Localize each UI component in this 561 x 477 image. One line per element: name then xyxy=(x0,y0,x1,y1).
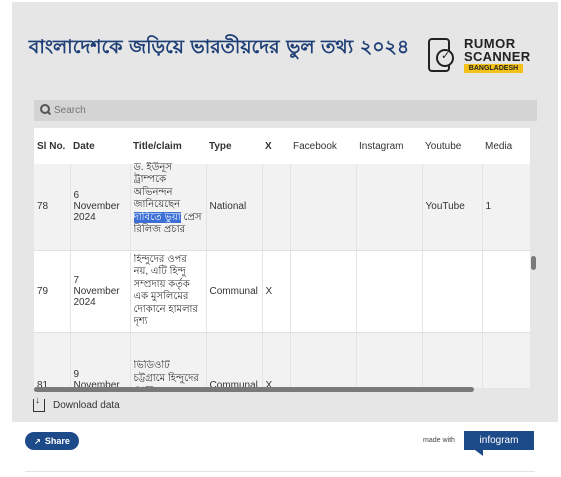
cell-media: 1 xyxy=(482,164,530,250)
column-header-instagram[interactable]: Instagram xyxy=(356,128,422,164)
cell-youtube: YouTube xyxy=(422,164,483,250)
cell-facebook xyxy=(290,164,357,250)
column-header-media[interactable]: Media xyxy=(482,128,530,164)
download-label: Download data xyxy=(53,399,120,411)
column-header-x[interactable]: X xyxy=(262,128,290,164)
made-with-label: made with xyxy=(423,437,455,444)
cell-instagram xyxy=(356,164,423,250)
cell-x: X xyxy=(262,250,291,332)
column-header-sl[interactable]: Sl No. xyxy=(34,128,70,164)
search-input[interactable] xyxy=(54,102,524,119)
cell-date: 9 November 2024 xyxy=(70,332,131,388)
claim-text: হিন্দুদের ওপর নয়, এটি হিন্দু সম্প্রদায়… xyxy=(133,253,198,328)
cell-instagram xyxy=(356,250,423,332)
horizontal-scrollbar[interactable] xyxy=(34,387,474,392)
rumor-scanner-logo: RUMOR SCANNER BANGLADESH xyxy=(428,36,531,78)
table-row[interactable]: 81 9 November 2024 ভিডিওটি চট্টগ্রামে হি… xyxy=(34,332,530,388)
logo-text-bangladesh: BANGLADESH xyxy=(464,64,523,73)
claim-text-part: ড. ইউনূস ট্রাম্পকে অভিনন্দন জানিয়েছেন xyxy=(133,161,181,211)
cell-type: National xyxy=(206,164,263,250)
share-label: Share xyxy=(44,436,70,446)
column-header-facebook[interactable]: Facebook xyxy=(290,128,356,164)
cell-date: 7 November 2024 xyxy=(70,250,131,332)
cell-claim: হিন্দুদের ওপর নয়, এটি হিন্দু সম্প্রদায়… xyxy=(130,250,207,332)
cell-media xyxy=(482,250,530,332)
search-icon xyxy=(40,104,50,114)
phone-check-icon xyxy=(428,38,454,72)
logo-text-scanner: SCANNER xyxy=(464,49,531,64)
table-header-row: Sl No. Date Title/claim Type X Facebook … xyxy=(34,128,530,164)
share-button[interactable]: ↗ Share xyxy=(25,432,79,450)
claim-text: ভিডিওটি চট্টগ্রামে হিন্দুদের ওপর সেনাবাহ… xyxy=(133,360,199,388)
cell-youtube xyxy=(422,250,483,332)
claim-text-selected: দাবিতে ভুয়া xyxy=(133,211,181,223)
page-title: বাংলাদেশকে জড়িয়ে ভারতীয়দের ভুল তথ্য ২… xyxy=(28,36,410,58)
share-icon: ↗ xyxy=(34,436,41,446)
column-header-date[interactable]: Date xyxy=(70,128,130,164)
cell-claim: ড. ইউনূস ট্রাম্পকে অভিনন্দন জানিয়েছেন দ… xyxy=(130,161,207,250)
cell-date: 6 November 2024 xyxy=(70,164,131,250)
infogram-badge-tail xyxy=(475,450,483,456)
cell-media xyxy=(482,332,530,388)
claim-text: ড. ইউনূস ট্রাম্পকে অভিনন্দন জানিয়েছেন দ… xyxy=(133,161,203,242)
divider xyxy=(25,471,535,472)
column-header-youtube[interactable]: Youtube xyxy=(422,128,482,164)
cell-sl: 81 xyxy=(34,332,71,388)
cell-facebook xyxy=(290,332,357,388)
cell-type: Communal xyxy=(206,332,263,388)
table-row[interactable]: 79 7 November 2024 হিন্দুদের ওপর নয়, এট… xyxy=(34,250,530,332)
data-table: Sl No. Date Title/claim Type X Facebook … xyxy=(34,128,530,388)
search-bar[interactable] xyxy=(34,100,537,121)
download-icon xyxy=(33,395,45,412)
cell-youtube xyxy=(422,332,483,388)
cell-x xyxy=(262,164,291,250)
column-header-title[interactable]: Title/claim xyxy=(130,128,206,164)
cell-type: Communal xyxy=(206,250,263,332)
table-row[interactable]: 78 6 November 2024 ড. ইউনূস ট্রাম্পকে অভ… xyxy=(34,161,530,250)
cell-facebook xyxy=(290,250,357,332)
infogram-brand-link[interactable]: infogram xyxy=(464,431,534,450)
cell-sl: 78 xyxy=(34,164,71,250)
cell-sl: 79 xyxy=(34,250,71,332)
cell-instagram xyxy=(356,332,423,388)
column-header-type[interactable]: Type xyxy=(206,128,262,164)
download-data-button[interactable]: Download data xyxy=(33,395,120,413)
data-table-viewport[interactable]: Sl No. Date Title/claim Type X Facebook … xyxy=(34,128,530,388)
vertical-scrollbar[interactable] xyxy=(531,256,536,270)
cell-claim: ভিডিওটি চট্টগ্রামে হিন্দুদের ওপর সেনাবাহ… xyxy=(130,332,207,388)
cell-x: X xyxy=(262,332,291,388)
